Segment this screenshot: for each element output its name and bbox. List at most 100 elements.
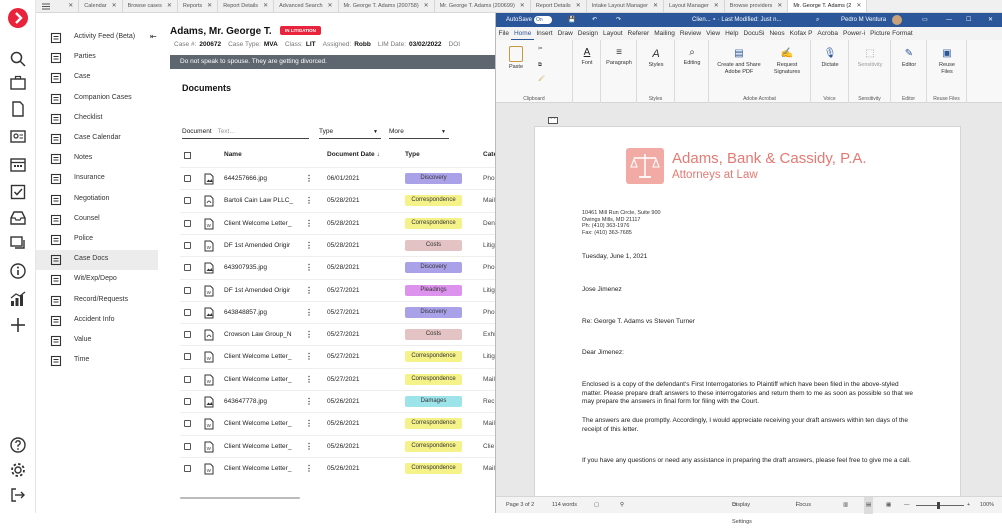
ribbon-tab-view[interactable]: View bbox=[704, 27, 723, 40]
ribbon-tab-kofax-p[interactable]: Kofax P bbox=[787, 27, 815, 40]
cut-icon[interactable]: ✂ bbox=[538, 46, 543, 53]
row-actions-icon[interactable]: ⋮ bbox=[305, 263, 313, 272]
ribbon-tab-file[interactable]: File bbox=[496, 27, 511, 40]
row-actions-icon[interactable]: ⋮ bbox=[305, 174, 313, 183]
sidebar-item-case-calendar[interactable]: Case Calendar bbox=[36, 129, 158, 149]
request-signatures-button[interactable]: ✍ Request Signatures bbox=[767, 46, 807, 75]
zoom-in-icon[interactable]: + bbox=[967, 497, 970, 514]
checkbox-icon[interactable] bbox=[9, 183, 27, 201]
sidebar-item-checklist[interactable]: Checklist bbox=[36, 109, 158, 129]
accessibility-icon[interactable]: ⚲ bbox=[620, 497, 624, 514]
tab-9[interactable]: Intake Layout Manager ✕ bbox=[587, 0, 665, 12]
document-icon[interactable] bbox=[9, 100, 27, 118]
ribbon-tab-mailing[interactable]: Mailing bbox=[652, 27, 678, 40]
app-logo-icon[interactable] bbox=[8, 8, 28, 28]
save-icon[interactable]: 💾 bbox=[568, 13, 575, 27]
document-name[interactable]: 643848857.jpg bbox=[224, 309, 267, 316]
table-row[interactable]: W Client Welcome Letter_ ⋮ 05/26/2021 Corres… bbox=[180, 434, 495, 457]
ribbon-tab-layout[interactable]: Layout bbox=[601, 27, 626, 40]
close-icon[interactable]: ✕ bbox=[988, 13, 993, 27]
search-icon[interactable] bbox=[9, 50, 27, 68]
inbox-icon[interactable] bbox=[9, 209, 27, 227]
document-name[interactable]: Client Welcome Letter_ bbox=[224, 420, 291, 427]
chat-icon[interactable] bbox=[9, 234, 27, 252]
sidebar-item-accident-info[interactable]: Accident Info bbox=[36, 311, 158, 331]
copy-icon[interactable]: ⧉ bbox=[538, 62, 542, 69]
row-actions-icon[interactable]: ⋮ bbox=[305, 330, 313, 339]
table-row[interactable]: W Client Welcome Letter_ ⋮ 05/28/2021 Corres… bbox=[180, 211, 495, 234]
sidebar-item-insurance[interactable]: Insurance bbox=[36, 169, 158, 189]
more-select[interactable]: More ▼ bbox=[389, 125, 449, 139]
ribbon-tab-insert[interactable]: Insert bbox=[534, 27, 555, 40]
row-actions-icon[interactable]: ⋮ bbox=[305, 241, 313, 250]
tab-close-icon[interactable]: ✕ bbox=[167, 3, 172, 9]
calendar-icon[interactable] bbox=[9, 155, 27, 173]
tab-close-icon[interactable]: ✕ bbox=[777, 3, 782, 9]
sidebar-item-time[interactable]: Time bbox=[36, 351, 158, 371]
read-mode-icon[interactable]: ▥ bbox=[843, 497, 848, 514]
tab-1[interactable]: Calendar ✕ bbox=[79, 0, 123, 12]
reuse-files-button[interactable]: ▣ Reuse Files bbox=[933, 46, 961, 75]
tab-10[interactable]: Layout Manager ✕ bbox=[664, 0, 725, 12]
row-checkbox[interactable] bbox=[184, 420, 191, 428]
zoom-slider[interactable] bbox=[916, 505, 964, 506]
dictate-button[interactable]: 🎙 Dictate bbox=[816, 46, 844, 69]
row-checkbox[interactable] bbox=[184, 241, 191, 249]
document-search-field[interactable]: Document Text... bbox=[182, 125, 309, 139]
document-name[interactable]: Client Welcome Letter_ bbox=[224, 376, 291, 383]
tab-close-icon[interactable]: ✕ bbox=[263, 3, 268, 9]
tab-11[interactable]: Browse providers ✕ bbox=[725, 0, 789, 12]
hamburger-menu-icon[interactable] bbox=[36, 0, 56, 12]
info-icon[interactable] bbox=[9, 262, 27, 280]
proofing-icon[interactable]: ▢ bbox=[594, 497, 599, 514]
tab-5[interactable]: Advanced Search ✕ bbox=[274, 0, 339, 12]
table-row[interactable]: 643848857.jpg ⋮ 05/27/2021 Discovery Pho bbox=[180, 300, 495, 323]
sidebar-item-counsel[interactable]: Counsel bbox=[36, 210, 158, 230]
row-checkbox[interactable] bbox=[184, 464, 191, 472]
document-name[interactable]: DF 1st Amended Origir bbox=[224, 287, 290, 294]
tab-close-icon[interactable]: ✕ bbox=[520, 3, 525, 9]
format-painter-icon[interactable]: 🖌 bbox=[538, 76, 545, 83]
signed-in-user[interactable]: Pedro M Ventura bbox=[841, 13, 886, 27]
row-actions-icon[interactable]: ⋮ bbox=[305, 442, 313, 451]
document-name[interactable]: Bartoli Cain Law PLLC_ bbox=[224, 197, 293, 204]
minimize-icon[interactable]: — bbox=[946, 13, 952, 27]
ribbon-tab-neos[interactable]: Neos bbox=[767, 27, 787, 40]
logout-icon[interactable] bbox=[9, 486, 27, 504]
styles-button[interactable]: A Styles bbox=[643, 46, 669, 69]
font-button[interactable]: A Font bbox=[577, 46, 597, 67]
sidebar-item-record-requests[interactable]: Record/Requests bbox=[36, 291, 158, 311]
row-checkbox[interactable] bbox=[184, 331, 191, 339]
tab-close-icon[interactable]: ✕ bbox=[328, 3, 333, 9]
document-name[interactable]: 643647778.jpg bbox=[224, 398, 267, 405]
word-count[interactable]: 114 words bbox=[552, 497, 577, 514]
sidebar-item-police[interactable]: Police bbox=[36, 230, 158, 250]
ribbon-tab-picture-format[interactable]: Picture Format bbox=[868, 27, 916, 40]
ribbon-tab-docusi[interactable]: DocuSi bbox=[741, 27, 767, 40]
row-checkbox[interactable] bbox=[184, 375, 191, 383]
row-checkbox[interactable] bbox=[184, 219, 191, 227]
tab-close-icon[interactable]: ✕ bbox=[714, 3, 719, 9]
table-row[interactable]: 643647778.jpg ⋮ 05/26/2021 Damages Rec bbox=[180, 390, 495, 412]
row-checkbox[interactable] bbox=[184, 308, 191, 316]
row-actions-icon[interactable]: ⋮ bbox=[305, 308, 313, 317]
autosave-toggle[interactable]: On bbox=[534, 16, 552, 24]
row-actions-icon[interactable]: ⋮ bbox=[305, 464, 313, 473]
tab-0[interactable]: ✕ bbox=[58, 0, 80, 12]
add-icon[interactable] bbox=[9, 316, 27, 334]
document-name[interactable]: Crowson Law Group_N bbox=[224, 331, 292, 338]
tab-4[interactable]: Report Details ✕ bbox=[218, 0, 275, 12]
redo-icon[interactable]: ↷ bbox=[616, 13, 621, 27]
tab-7[interactable]: Mr. George T. Adams (200699) ✕ bbox=[435, 0, 531, 12]
ribbon-tab-help[interactable]: Help bbox=[723, 27, 741, 40]
paste-button[interactable]: Paste bbox=[502, 46, 530, 71]
user-avatar[interactable] bbox=[892, 15, 902, 25]
column-document-date[interactable]: Document Date ↓ bbox=[327, 151, 380, 158]
sidebar-item-case[interactable]: Case bbox=[36, 68, 158, 88]
tab-12[interactable]: Mr. George T. Adams (2 ✕ bbox=[788, 0, 868, 12]
document-page[interactable]: Adams, Bank & Cassidy, P.A. Attorneys at… bbox=[534, 126, 961, 513]
ribbon-tab-review[interactable]: Review bbox=[677, 27, 703, 40]
ribbon-tab-power-i[interactable]: Power-i bbox=[841, 27, 868, 40]
document-name[interactable]: 644257666.jpg bbox=[224, 175, 267, 182]
row-actions-icon[interactable]: ⋮ bbox=[305, 375, 313, 384]
